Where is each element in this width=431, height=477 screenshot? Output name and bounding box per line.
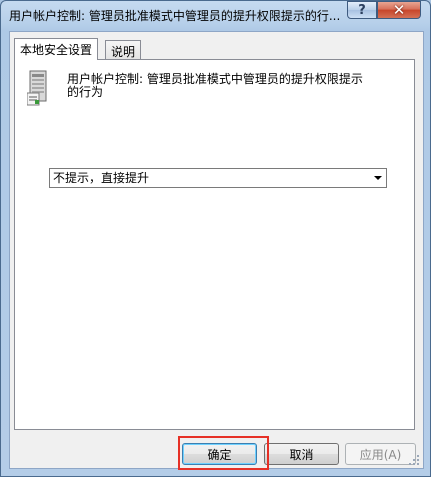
tab-explain[interactable]: 说明 — [105, 40, 142, 60]
help-icon: ? — [358, 2, 366, 18]
window-title: 用户帐户控制: 管理员批准模式中管理员的提升权限提示的行... — [9, 9, 341, 23]
server-policy-icon — [27, 70, 47, 106]
select-value: 不提示，直接提升 — [53, 171, 150, 185]
resize-grip-icon[interactable] — [408, 454, 420, 466]
title-bar[interactable]: 用户帐户控制: 管理员批准模式中管理员的提升权限提示的行... ? ✕ — [1, 1, 430, 29]
ok-button[interactable]: 确定 — [182, 443, 257, 465]
dialog-body: 本地安全设置 说明 用户帐户控制: 管理员批准模式中管理员的提升权限提示 的行为… — [9, 31, 424, 470]
policy-title: 用户帐户控制: 管理员批准模式中管理员的提升权限提示 的行为 — [67, 72, 363, 99]
tab-panel: 用户帐户控制: 管理员批准模式中管理员的提升权限提示 的行为 不提示，直接提升 — [14, 59, 415, 430]
cancel-button[interactable]: 取消 — [264, 443, 339, 465]
close-icon: ✕ — [392, 1, 406, 19]
help-button[interactable]: ? — [347, 1, 377, 19]
chevron-down-icon[interactable] — [374, 176, 382, 180]
elevation-behavior-select[interactable]: 不提示，直接提升 — [49, 168, 387, 188]
close-button[interactable]: ✕ — [377, 1, 421, 19]
apply-button[interactable]: 应用(A) — [345, 443, 416, 465]
tab-local-security-setting[interactable]: 本地安全设置 — [14, 38, 99, 60]
policy-properties-dialog: 用户帐户控制: 管理员批准模式中管理员的提升权限提示的行... ? ✕ 本地安全… — [0, 0, 431, 477]
